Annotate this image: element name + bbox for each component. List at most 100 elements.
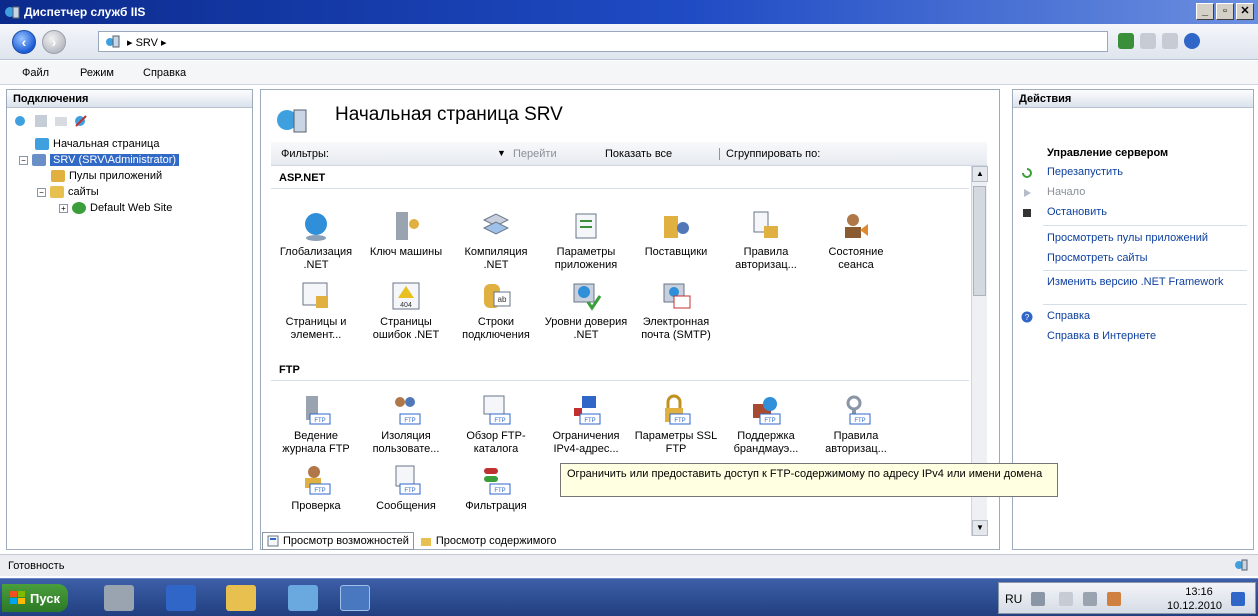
- start-button[interactable]: Пуск: [2, 584, 68, 612]
- online-help-action[interactable]: Справка в Интернете: [1047, 330, 1156, 342]
- feature-item[interactable]: FTP Фильтрация: [451, 464, 541, 513]
- feature-item[interactable]: Состояние сеанса: [811, 210, 901, 272]
- feature-item[interactable]: FTP Изоляция пользовате...: [361, 394, 451, 456]
- feature-item[interactable]: Правила авторизац...: [721, 210, 811, 272]
- feature-item[interactable]: Глобализация .NET: [271, 210, 361, 272]
- collapse-icon[interactable]: −: [19, 155, 28, 165]
- feature-item[interactable]: 404 Страницы ошибок .NET: [361, 280, 451, 342]
- connect-icon[interactable]: [13, 114, 29, 128]
- feature-item[interactable]: ab Строки подключения: [451, 280, 541, 342]
- menu-view[interactable]: Режим: [80, 67, 114, 79]
- feature-item[interactable]: Компиляция .NET: [451, 210, 541, 272]
- stop-icon[interactable]: [1140, 33, 1156, 49]
- menu-file[interactable]: Файл: [22, 67, 49, 79]
- iis-manager-icon: [5, 6, 20, 19]
- features-view-icon: [267, 535, 279, 547]
- feature-item[interactable]: FTP Ведение журнала FTP: [271, 394, 361, 456]
- view-app-pools-action[interactable]: Просмотреть пулы приложений: [1047, 232, 1208, 244]
- feature-item[interactable]: FTP Параметры SSL FTP: [631, 394, 721, 456]
- app-settings-icon: [575, 213, 597, 239]
- explorer-icon[interactable]: [226, 585, 256, 611]
- feature-item[interactable]: FTP Ограничения IPv4-адрес...: [541, 394, 631, 456]
- powershell-icon[interactable]: [166, 585, 196, 611]
- flag-icon[interactable]: [1059, 592, 1073, 606]
- window-title: Диспетчер служб IIS: [24, 5, 146, 19]
- volume-icon[interactable]: [1107, 592, 1121, 606]
- goto-button[interactable]: Перейти: [513, 148, 557, 160]
- help-icon: ?: [1021, 311, 1033, 323]
- scroll-thumb[interactable]: [973, 186, 986, 296]
- start-label: Пуск: [30, 590, 60, 606]
- ftp-browse-icon: FTP: [483, 395, 511, 425]
- scroll-down-icon[interactable]: ▼: [972, 520, 988, 536]
- stop-action[interactable]: Остановить: [1047, 206, 1107, 218]
- refresh-icon[interactable]: [1118, 33, 1134, 49]
- home-icon[interactable]: [1162, 33, 1178, 49]
- tree-item-sites[interactable]: − сайты: [37, 184, 99, 200]
- up-icon[interactable]: [53, 114, 69, 128]
- server-manager-icon[interactable]: [104, 585, 134, 611]
- breadcrumb[interactable]: ▸ SRV ▸: [127, 36, 167, 49]
- ftp-ssl-icon: FTP: [665, 394, 691, 425]
- restart-action[interactable]: Перезапустить: [1047, 166, 1123, 178]
- address-bar[interactable]: ▸ SRV ▸: [98, 31, 1108, 52]
- tree-item-server[interactable]: − SRV (SRV\Administrator): [19, 152, 180, 168]
- ftp-log-icon: FTP: [306, 396, 331, 425]
- providers-icon: [664, 216, 689, 238]
- filter-label[interactable]: Фильтры:: [281, 148, 329, 160]
- menu-help[interactable]: Справка: [143, 67, 186, 79]
- change-net-version-action[interactable]: Изменить версию .NET Framework: [1047, 276, 1227, 288]
- language-indicator[interactable]: RU: [1005, 592, 1022, 606]
- feature-item[interactable]: Ключ машины: [361, 210, 451, 259]
- feature-item[interactable]: FTP Поддержка брандмауэ...: [721, 394, 811, 456]
- help-icon[interactable]: [1184, 33, 1200, 49]
- view-sites-action[interactable]: Просмотреть сайты: [1047, 252, 1148, 264]
- clock-time[interactable]: 13:16: [1179, 586, 1219, 598]
- help-action[interactable]: Справка: [1047, 310, 1090, 322]
- tree-item-default-web-site[interactable]: + Default Web Site: [59, 200, 172, 216]
- svg-text:FTP: FTP: [494, 488, 505, 494]
- maximize-button[interactable]: ▫: [1216, 3, 1234, 20]
- show-desktop-icon[interactable]: [1231, 592, 1245, 606]
- feature-item[interactable]: FTP Обзор FTP-каталога: [451, 394, 541, 456]
- app-icon[interactable]: [288, 585, 318, 611]
- start-page-icon: [35, 138, 49, 150]
- dropdown-arrow-icon[interactable]: ▼: [497, 148, 506, 158]
- feature-item[interactable]: Электронная почта (SMTP): [631, 280, 721, 342]
- feature-item[interactable]: FTP Сообщения: [361, 464, 451, 513]
- feature-item[interactable]: FTP Проверка: [271, 464, 361, 513]
- menu-bar: Файл Режим Справка: [0, 61, 1258, 85]
- tree-item-app-pools[interactable]: Пулы приложений: [51, 168, 162, 184]
- show-all-button[interactable]: Показать все: [605, 148, 672, 160]
- forward-button[interactable]: ›: [42, 30, 66, 54]
- server-icon: [106, 35, 120, 48]
- tree-item-start-page[interactable]: Начальная страница: [35, 136, 159, 152]
- tree-item-label: SRV (SRV\Administrator): [50, 154, 180, 166]
- back-button[interactable]: ‹: [12, 30, 36, 54]
- clock-date[interactable]: 10.12.2010: [1167, 600, 1222, 612]
- svg-text:FTP: FTP: [404, 418, 415, 424]
- scroll-up-icon[interactable]: ▲: [972, 166, 988, 182]
- globe-icon: [305, 213, 327, 241]
- feature-item[interactable]: Страницы и элемент...: [271, 280, 361, 342]
- network-icon[interactable]: [1083, 592, 1097, 606]
- disconnect-icon[interactable]: [73, 114, 89, 128]
- chevron-up-icon[interactable]: [1031, 592, 1045, 606]
- pages-icon: [302, 282, 328, 308]
- server-icon: [1235, 559, 1248, 571]
- feature-item[interactable]: Уровни доверия .NET: [541, 280, 631, 342]
- tab-features-view[interactable]: Просмотр возможностей: [262, 532, 414, 550]
- tab-content-view[interactable]: Просмотр содержимого: [416, 532, 561, 550]
- collapse-icon[interactable]: −: [37, 187, 46, 197]
- feature-item[interactable]: Параметры приложения: [541, 210, 631, 272]
- group-by-button[interactable]: Сгруппировать по:: [719, 148, 820, 160]
- feature-item[interactable]: Поставщики: [631, 210, 721, 259]
- close-button[interactable]: ✕: [1236, 3, 1254, 20]
- feature-item[interactable]: FTP Правила авторизац...: [811, 394, 901, 456]
- minimize-button[interactable]: _: [1196, 3, 1214, 20]
- save-icon[interactable]: [33, 114, 49, 128]
- expand-icon[interactable]: +: [59, 203, 68, 213]
- start-icon: [1024, 189, 1031, 197]
- address-toolbar: ‹ › ▸ SRV ▸: [0, 24, 1258, 60]
- iis-manager-taskbar-icon[interactable]: [340, 585, 370, 611]
